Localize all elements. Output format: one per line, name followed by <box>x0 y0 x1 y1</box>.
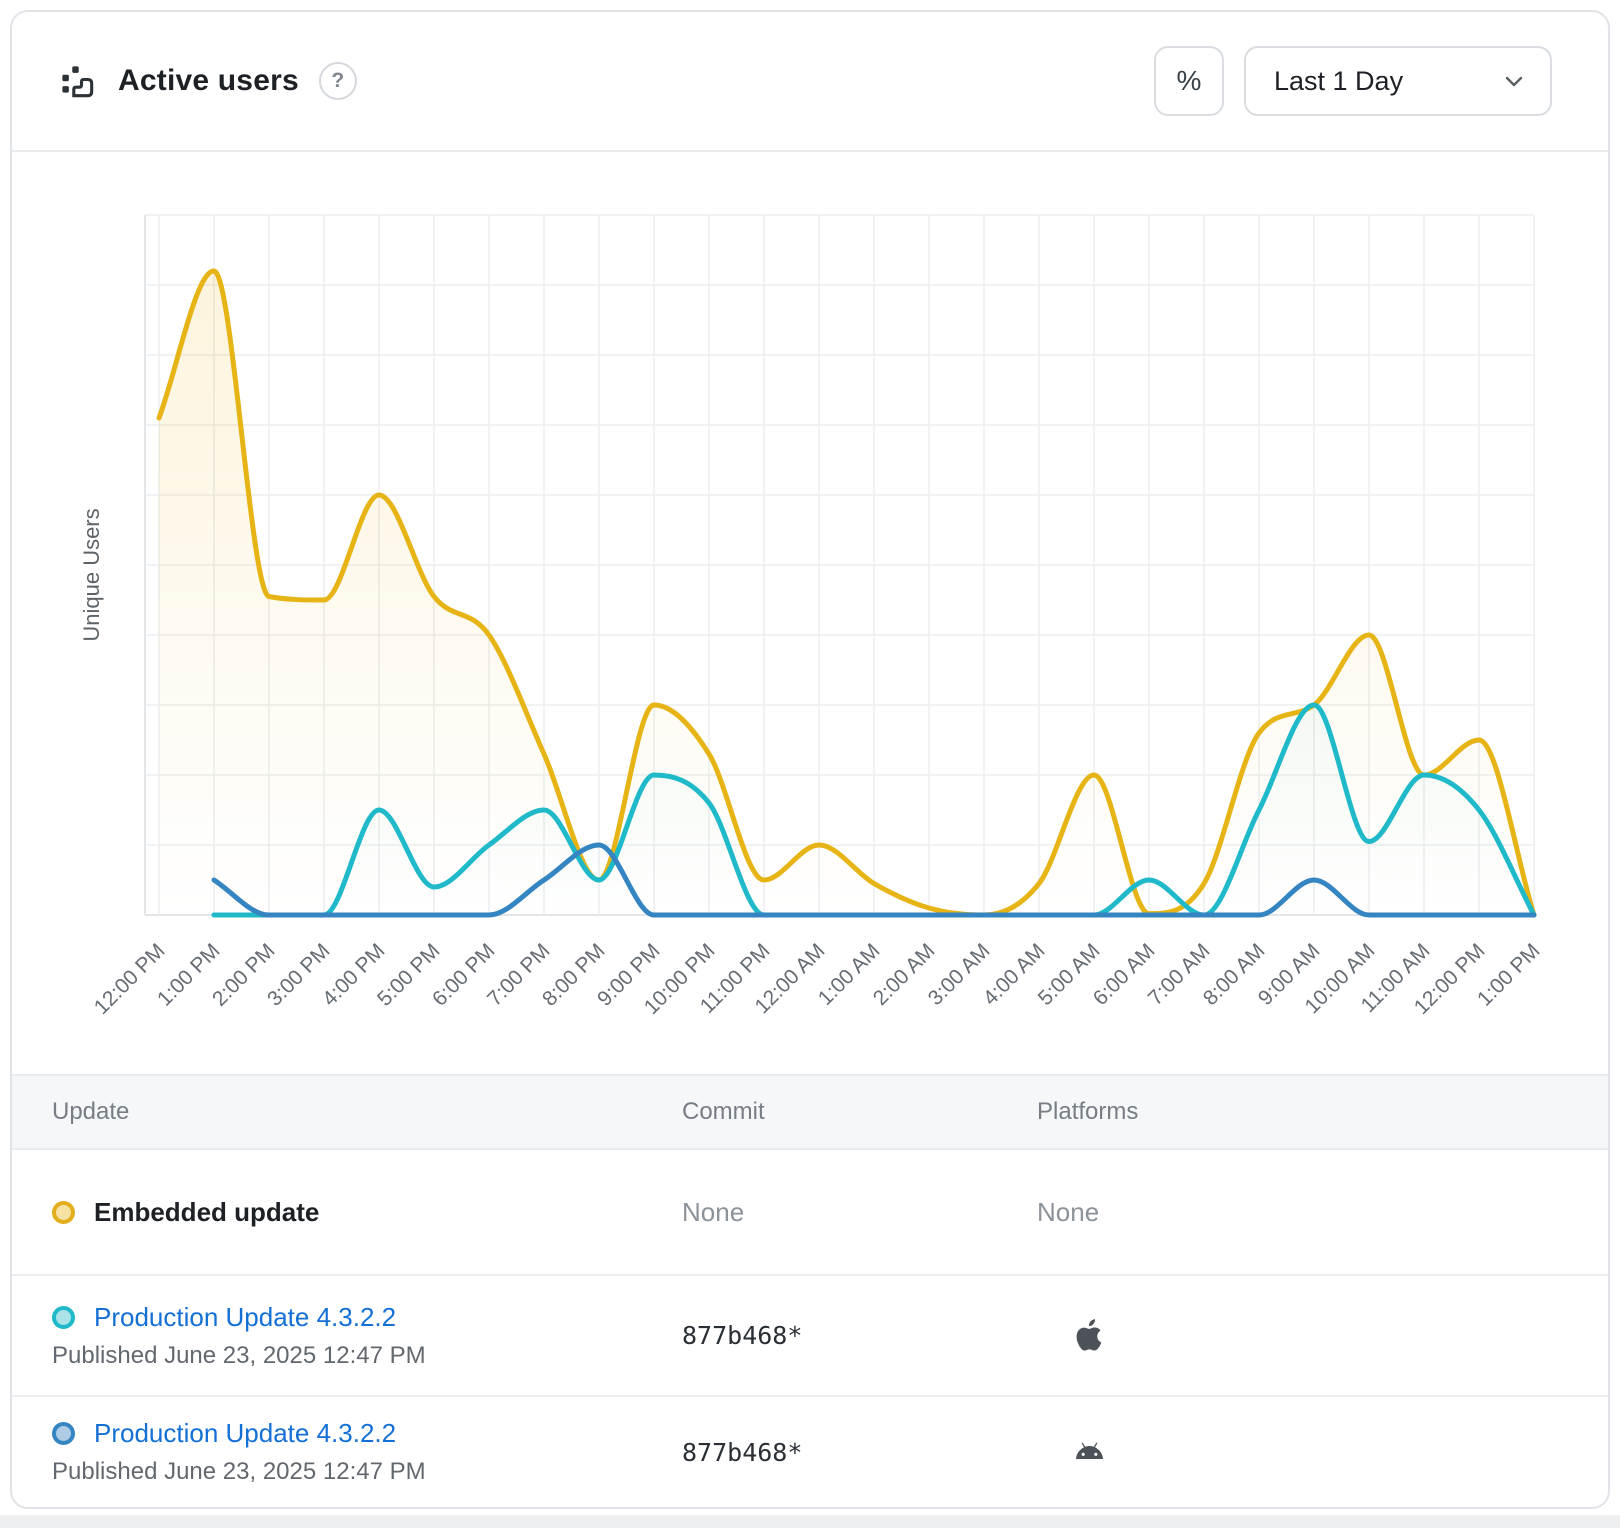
insights-icon <box>59 63 96 100</box>
update-cell: Production Update 4.3.2.2 Published June… <box>52 1302 682 1370</box>
platforms-none: None <box>1037 1197 1099 1228</box>
legend-dot <box>52 1306 75 1329</box>
col-update: Update <box>52 1098 682 1126</box>
active-users-chart[interactable]: 12:00 PM1:00 PM2:00 PM3:00 PM4:00 PM5:00… <box>12 152 1608 1074</box>
update-cell: Production Update 4.3.2.2 Published June… <box>52 1418 682 1486</box>
table-row: Production Update 4.3.2.2 Published June… <box>12 1274 1608 1395</box>
update-label: Embedded update <box>94 1197 319 1228</box>
platforms-cell: None <box>1037 1197 1608 1228</box>
percent-toggle-button[interactable]: % <box>1154 46 1224 116</box>
legend-dot <box>52 1422 75 1445</box>
col-commit: Commit <box>682 1098 1037 1126</box>
chevron-down-icon <box>1502 69 1526 93</box>
android-icon <box>1071 1434 1108 1471</box>
update-link[interactable]: Production Update 4.3.2.2 <box>94 1418 396 1449</box>
percent-icon: % <box>1177 65 1202 97</box>
help-glyph: ? <box>331 69 344 93</box>
published-date: Published June 23, 2025 12:47 PM <box>52 1458 682 1486</box>
platforms-cell <box>1037 1434 1608 1471</box>
update-cell: Embedded update <box>52 1197 682 1228</box>
table-body: Embedded update None None Production Upd… <box>12 1150 1608 1507</box>
date-range-dropdown[interactable]: Last 1 Day <box>1244 46 1552 116</box>
x-tick-label: 12:00 PM <box>90 939 170 1019</box>
commit-cell: 877b468* <box>682 1438 1037 1467</box>
help-icon[interactable]: ? <box>319 62 357 100</box>
page-bottom-strip <box>0 1515 1620 1528</box>
published-date: Published June 23, 2025 12:47 PM <box>52 1342 682 1370</box>
platforms-cell <box>1037 1317 1608 1354</box>
updates-table: Update Commit Platforms Embedded update … <box>12 1074 1608 1507</box>
card-header: Active users ? % Last 1 Day <box>12 12 1608 152</box>
table-header-row: Update Commit Platforms <box>12 1074 1608 1150</box>
commit-cell: 877b468* <box>682 1321 1037 1350</box>
table-row: Production Update 4.3.2.2 Published June… <box>12 1395 1608 1507</box>
update-link[interactable]: Production Update 4.3.2.2 <box>94 1302 396 1333</box>
page-title: Active users <box>118 64 299 98</box>
apple-icon <box>1071 1317 1108 1354</box>
table-row: Embedded update None None <box>12 1150 1608 1274</box>
col-platforms: Platforms <box>1037 1098 1608 1126</box>
legend-dot <box>52 1201 75 1224</box>
chart-section: Unique Users 12:00 PM1:00 PM2:00 PM3:00 … <box>12 152 1608 1074</box>
commit-cell: None <box>682 1197 1037 1228</box>
active-users-card: Active users ? % Last 1 Day Unique Users… <box>10 10 1610 1509</box>
date-range-value: Last 1 Day <box>1274 66 1502 97</box>
